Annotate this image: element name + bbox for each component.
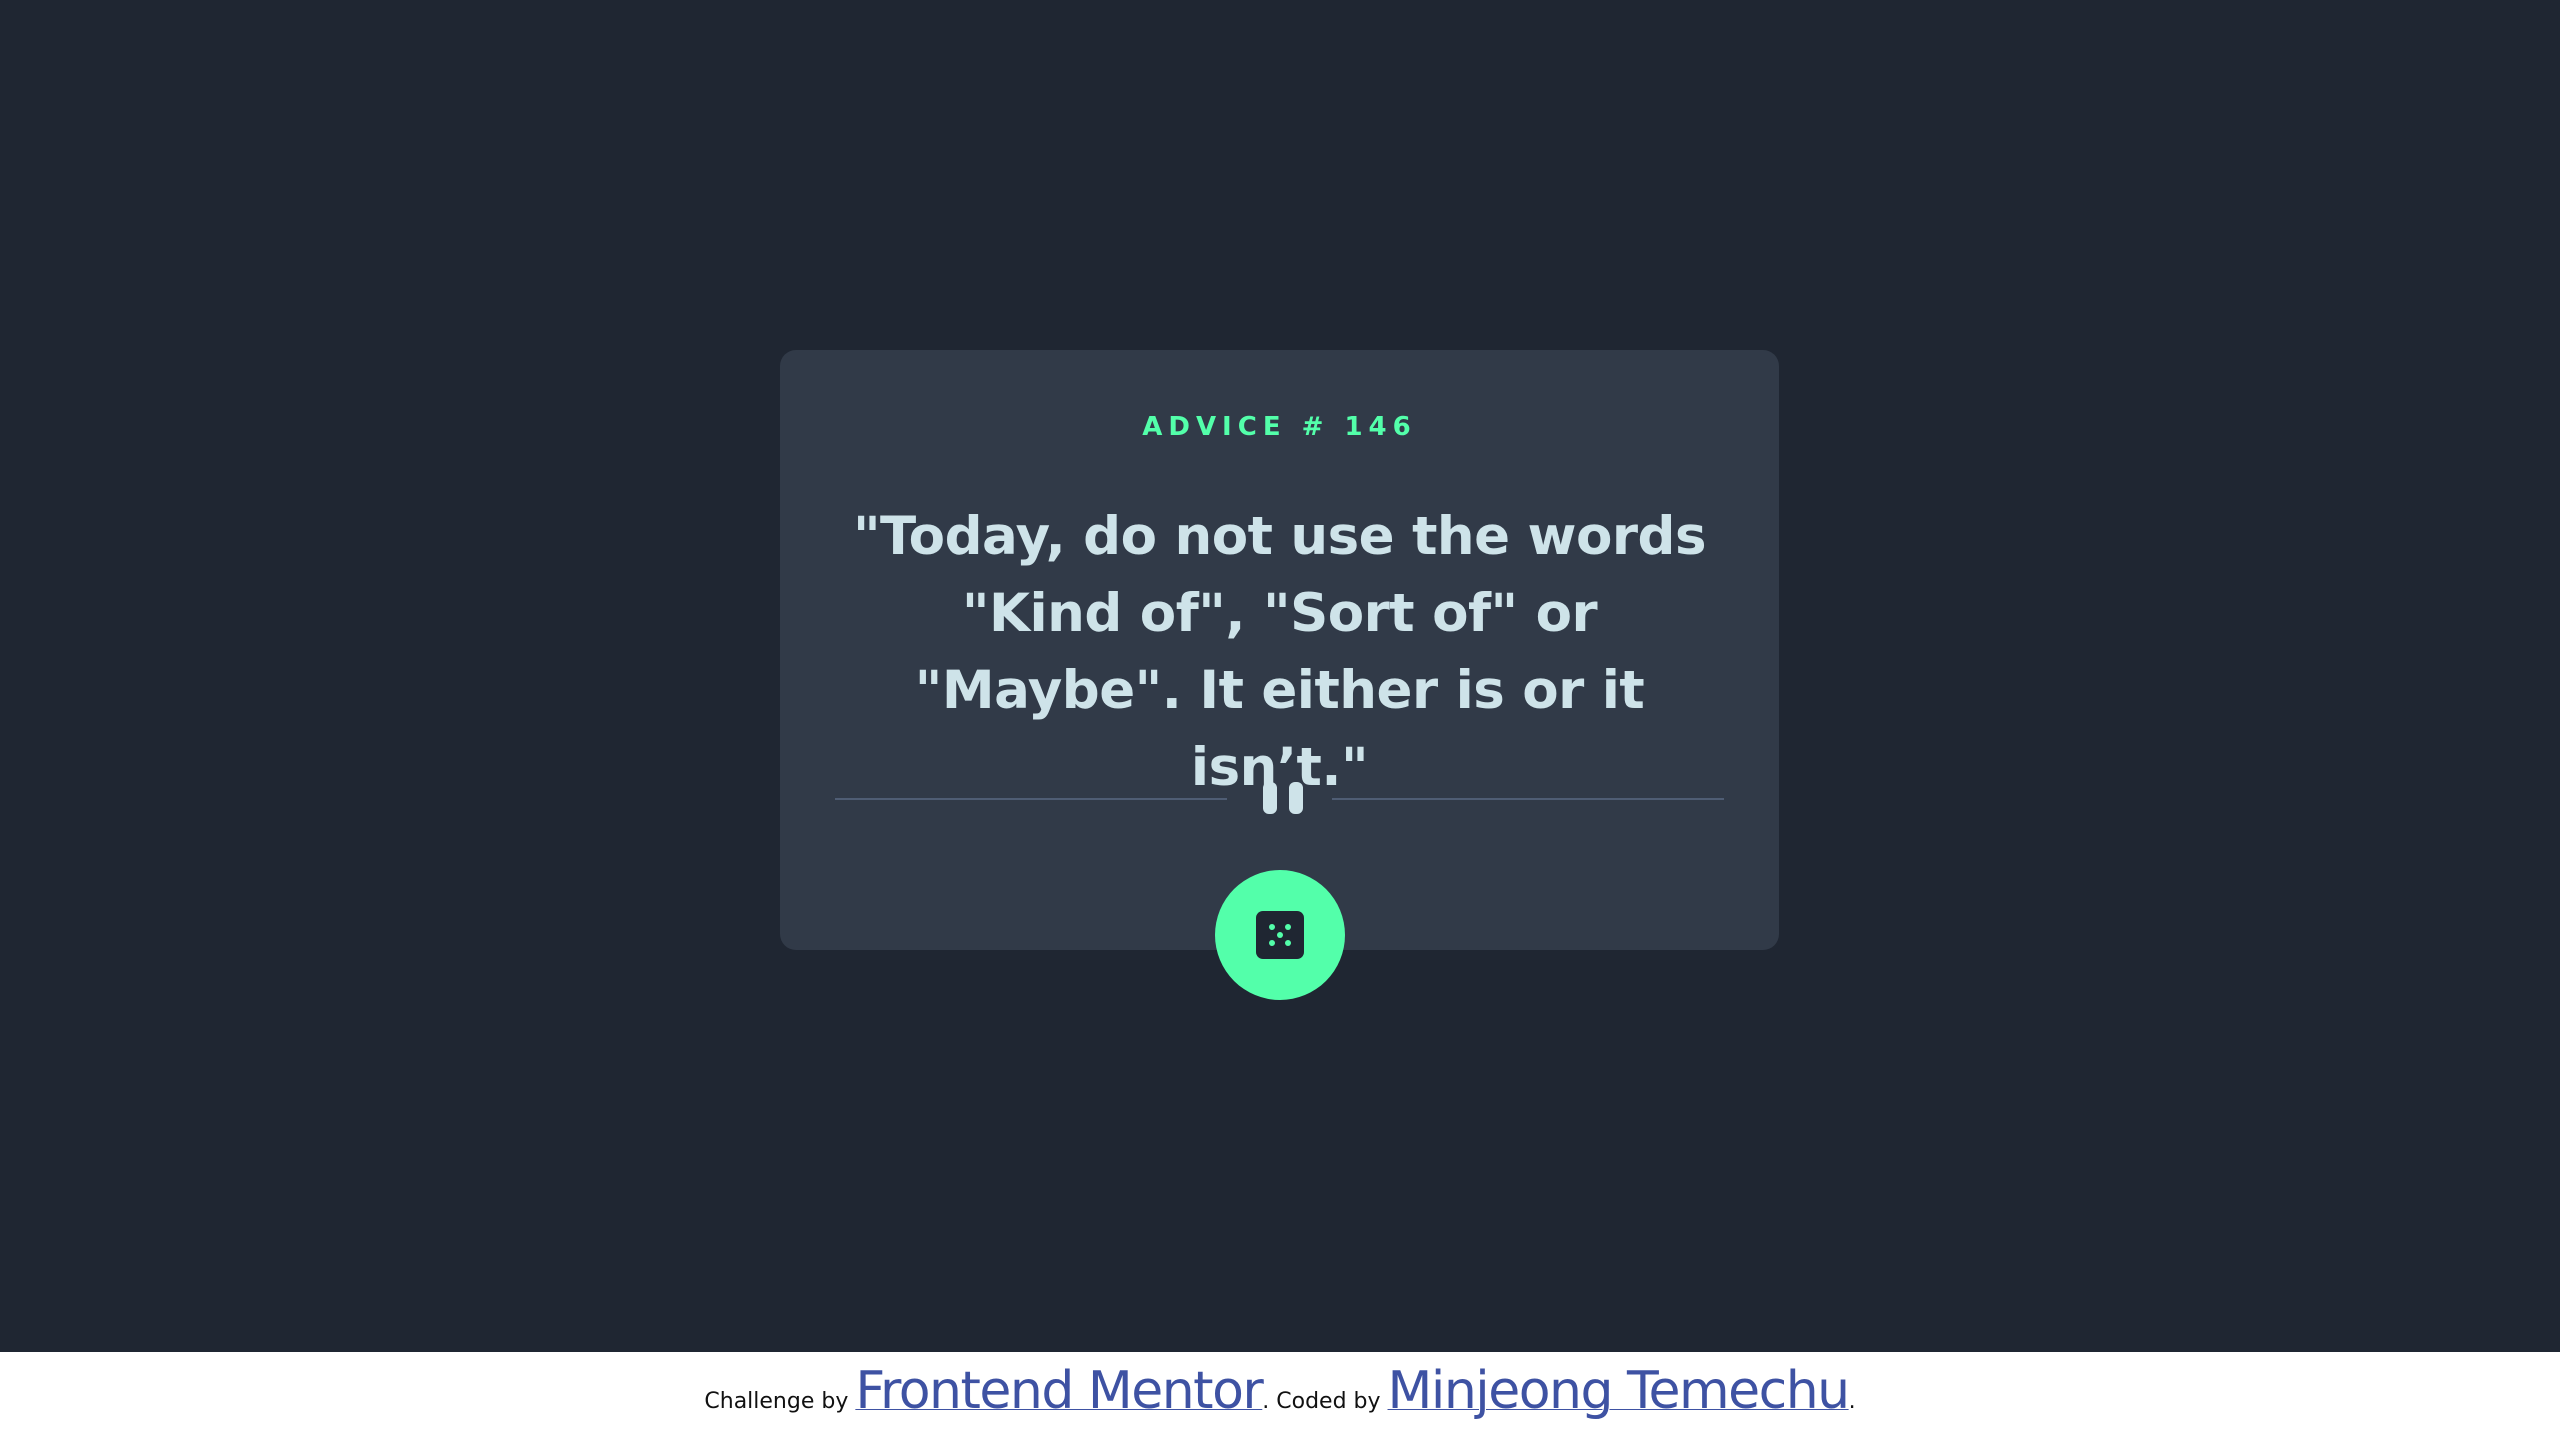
pause-icon	[1263, 782, 1305, 814]
advice-text: "Today, do not use the words "Kind of", …	[852, 506, 1707, 798]
advice-card: ADVICE # 146 "Today, do not use the word…	[780, 350, 1779, 950]
author-link[interactable]: Minjeong Temechu	[1388, 1361, 1851, 1421]
divider	[835, 782, 1724, 814]
advice-id: ADVICE # 146	[1142, 412, 1417, 442]
pause-bar-left	[1263, 782, 1277, 814]
attribution-footer: Challenge by Frontend Mentor. Coded by M…	[0, 1352, 2560, 1430]
footer-middle: . Coded by	[1262, 1389, 1388, 1414]
divider-line-left	[835, 798, 1227, 800]
divider-line-right	[1332, 798, 1724, 800]
dice-icon	[1256, 911, 1304, 959]
pause-bar-right	[1289, 782, 1303, 814]
footer-prefix: Challenge by	[704, 1389, 856, 1414]
frontend-mentor-link[interactable]: Frontend Mentor	[855, 1361, 1263, 1421]
new-advice-button[interactable]	[1215, 870, 1345, 1000]
footer-suffix: .	[1848, 1389, 1856, 1414]
main-area: ADVICE # 146 "Today, do not use the word…	[0, 0, 2560, 1352]
